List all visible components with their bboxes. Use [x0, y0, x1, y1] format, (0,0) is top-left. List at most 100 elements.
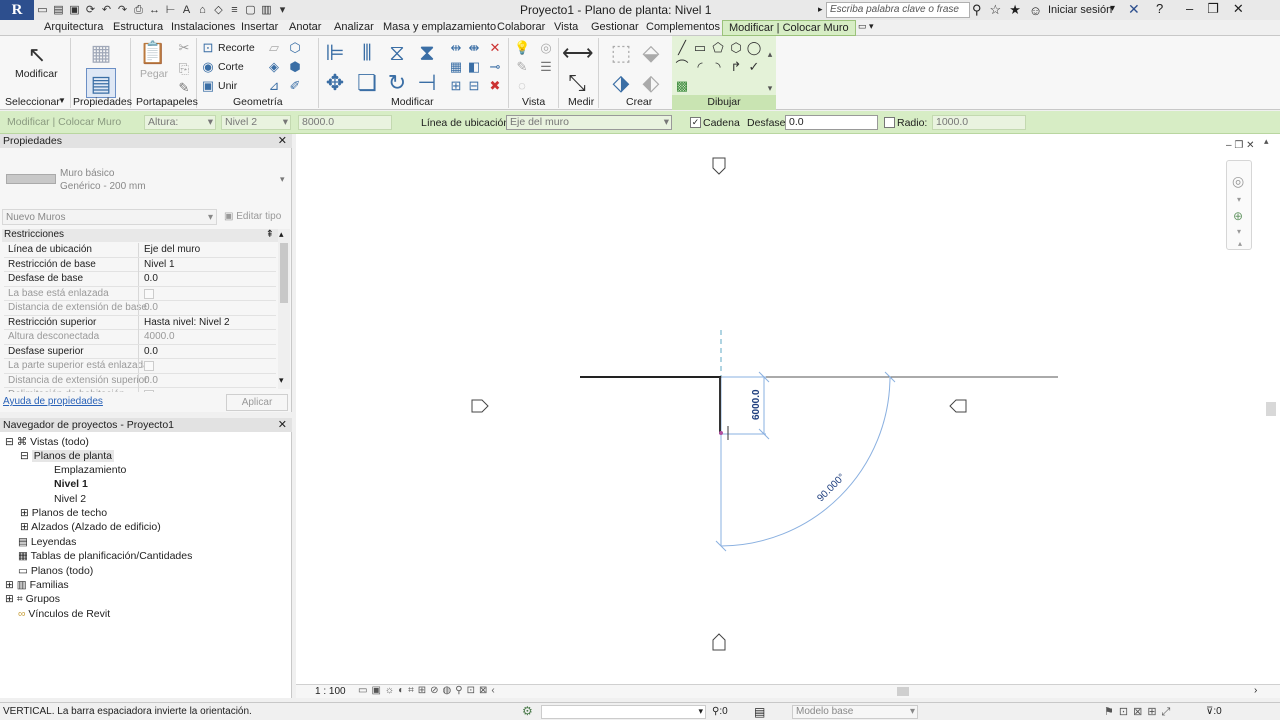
application-menu-button[interactable]: R [0, 0, 34, 20]
select-underlay-icon[interactable]: ⊡ [1119, 706, 1133, 718]
match-properties-icon[interactable]: ✎ [176, 80, 192, 96]
unir-button[interactable]: Unir [218, 80, 237, 92]
tab-vista[interactable]: Vista [554, 21, 578, 33]
location-line-select[interactable]: Eje del muro ▾ [506, 115, 672, 130]
steering-wheel-icon[interactable]: ◎ [1232, 173, 1244, 190]
offset-icon[interactable]: ⫴ [352, 38, 382, 68]
type-properties-icon[interactable]: ▦ [86, 38, 116, 68]
property-row[interactable]: Distancia de extensión de base 0.0 [4, 301, 276, 316]
cut-icon[interactable]: ✂ [176, 40, 192, 56]
pick-icon[interactable]: ✐ [287, 78, 303, 94]
close-icon[interactable]: ✕ [278, 134, 287, 148]
elevation-marker-north[interactable] [712, 157, 726, 175]
property-value[interactable]: Nivel 1 [144, 259, 175, 270]
line-icon[interactable]: ╱ [674, 40, 690, 56]
apply-button[interactable]: Aplicar [226, 394, 288, 411]
paste-icon[interactable]: 📋 [138, 38, 168, 68]
close-hidden-icon[interactable]: ▢ [244, 4, 257, 17]
property-row[interactable]: Distancia de extensión superior 0.0 [4, 373, 276, 388]
tree-ceiling-plans[interactable]: ⊞ Planos de techo [20, 507, 107, 519]
properties-scrollbar[interactable]: ▴ ▾ [278, 229, 290, 389]
arc-center-icon[interactable]: ◜ [692, 59, 708, 75]
circle-icon[interactable]: ◯ [746, 40, 762, 56]
trim-extend-icon[interactable]: ⊣ [412, 68, 442, 98]
panel-seleccionar[interactable]: Seleccionar [5, 96, 60, 108]
delete-icon[interactable]: ✖ [487, 78, 503, 94]
property-checkbox[interactable] [144, 288, 154, 299]
draw-scroll-up-icon[interactable]: ▴ [762, 46, 778, 62]
tab-insertar[interactable]: Insertar [241, 21, 278, 33]
property-row[interactable]: Altura desconectada 4000.0 [4, 330, 276, 345]
floor-plan-view[interactable]: 6000.0 90.000° [296, 134, 1280, 684]
level-select[interactable]: Nivel 2 ▾ [221, 115, 291, 130]
tree-schedules[interactable]: ▦ Tablas de planificación/Cantidades [18, 550, 192, 562]
trim-multiple-icon[interactable]: ⊟ [466, 78, 482, 94]
modificar-button[interactable]: Modificar [15, 68, 58, 80]
binoculars-icon[interactable]: ⚲ [972, 2, 982, 18]
split-face-icon[interactable]: ▱ [266, 40, 282, 56]
property-checkbox[interactable] [144, 390, 154, 392]
scale-button[interactable]: 1 : 100 [315, 686, 346, 697]
scroll-right-icon[interactable]: › [1254, 685, 1257, 696]
filter-control[interactable]: ⊽:0 [1206, 706, 1222, 717]
demolish-icon[interactable]: ⬢ [287, 59, 303, 75]
search-input[interactable]: Escriba palabra clave o frase [826, 2, 970, 18]
hide-icon[interactable]: 💡 [514, 40, 530, 56]
minimize-icon[interactable]: – [1186, 1, 1193, 17]
search-expand-icon[interactable]: ▸ [818, 4, 823, 15]
property-row[interactable]: Línea de ubicación Eje del muro [4, 243, 276, 258]
pegar-button[interactable]: Pegar [140, 68, 168, 80]
select-links-icon[interactable]: ⚑ [1104, 706, 1119, 718]
redo-icon[interactable]: ↷ [116, 4, 129, 17]
expand-icon[interactable]: ⊞ [20, 507, 29, 519]
3d-view-icon[interactable]: ⌂ [196, 4, 209, 17]
tab-colaborar[interactable]: Colaborar [497, 21, 545, 33]
select-pinned-icon[interactable]: ⊠ [1133, 706, 1147, 718]
scroll-down-icon[interactable]: ▾ [279, 375, 284, 386]
linework-icon[interactable]: ✎ [514, 59, 530, 75]
arc-tangent-icon[interactable]: ◝ [710, 59, 726, 75]
property-value[interactable]: 0.0 [144, 375, 158, 386]
expand-icon[interactable]: ⊞ [5, 579, 14, 591]
paint-icon[interactable]: ⬡ [287, 40, 303, 56]
analytical-icon[interactable]: ⊡ [467, 685, 479, 696]
property-value[interactable]: 4000.0 [144, 331, 175, 342]
temp-view-props-icon[interactable]: ⚲ [455, 685, 466, 696]
restore-icon[interactable]: ❐ [1207, 1, 1219, 17]
tab-masa[interactable]: Masa y emplazamiento [383, 21, 496, 33]
tab-anotar[interactable]: Anotar [289, 21, 321, 33]
tree-elevations[interactable]: ⊞ Alzados (Alzado de edificio) [20, 521, 161, 533]
tab-analizar[interactable]: Analizar [334, 21, 374, 33]
height-input[interactable]: 8000.0 [298, 115, 392, 130]
expand-icon[interactable]: ⊞ [5, 593, 14, 605]
zoom-dropdown-icon[interactable]: ▾ [1237, 227, 1241, 236]
switch-windows-icon[interactable]: ▥ [260, 4, 273, 17]
split-icon[interactable]: ⇹ [448, 40, 464, 56]
property-value[interactable]: Hasta nivel: Nivel 2 [144, 317, 230, 328]
view-close-icon[interactable]: ✕ [1246, 140, 1254, 151]
tab-instalaciones[interactable]: Instalaciones [171, 21, 235, 33]
property-value[interactable]: Eje del muro [144, 244, 200, 255]
save-icon[interactable]: ▣ [68, 4, 81, 17]
favorites-icon[interactable]: ☆ [990, 2, 1002, 18]
draw-scroll-down-icon[interactable]: ▾ [762, 80, 778, 96]
tree-revit-links[interactable]: ∞ Vínculos de Revit [18, 608, 110, 620]
select-by-face-icon[interactable]: ⊞ [1147, 706, 1161, 718]
canvas-scroll-up-icon[interactable]: ▴ [1264, 136, 1269, 147]
reveal-hidden-icon[interactable]: ◍ [443, 685, 456, 696]
tree-legends[interactable]: ▤ Leyendas [18, 536, 76, 548]
rectangle-icon[interactable]: ▭ [692, 40, 708, 56]
print-icon[interactable]: ⎙ [132, 4, 145, 17]
tree-views-all[interactable]: ⊟ ⌘ Vistas (todo) [5, 436, 89, 448]
cursor-icon[interactable]: ↖ [22, 40, 52, 70]
tab-overflow-icon[interactable]: ▭ ▾ [858, 21, 874, 32]
collapse-bar-icon[interactable]: ‹ [491, 685, 498, 696]
undo-icon[interactable]: ↶ [100, 4, 113, 17]
tab-complementos[interactable]: Complementos [646, 21, 720, 33]
property-value[interactable]: 0.0 [144, 346, 158, 357]
array-icon[interactable]: ▦ [448, 59, 464, 75]
horizontal-scrollbar-thumb[interactable] [897, 687, 909, 696]
property-value[interactable]: 0.0 [144, 273, 158, 284]
drawing-canvas[interactable]: 6000.0 90.000° – ❐ ✕ ▴ ◎ ▾ ⊕ ▾ ▴ [296, 134, 1280, 684]
design-options-icon[interactable]: ▤ [754, 705, 765, 719]
